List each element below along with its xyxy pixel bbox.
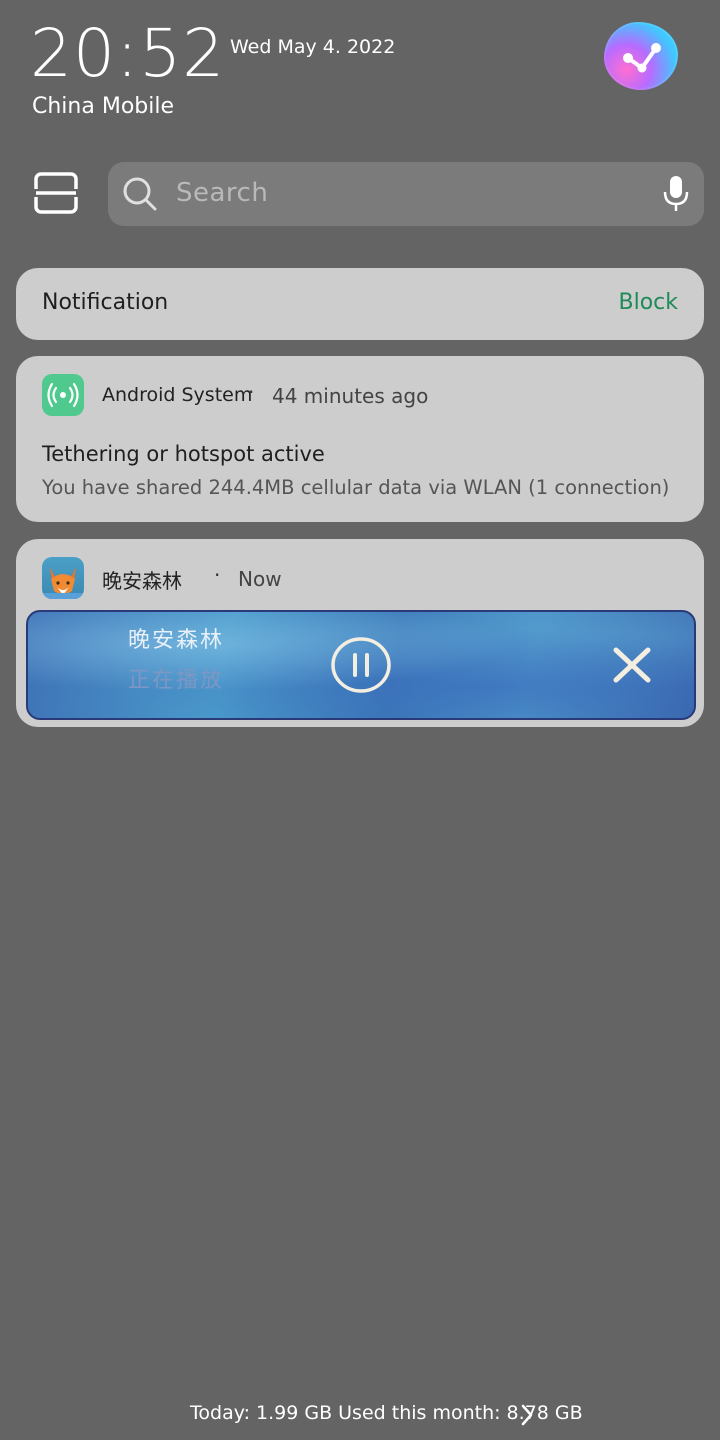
scan-icon	[31, 172, 81, 214]
search-input[interactable]: Search	[176, 178, 268, 208]
pause-button[interactable]	[330, 636, 392, 694]
separator-dot: ·	[248, 380, 255, 404]
notification-body: You have shared 244.4MB cellular data vi…	[42, 476, 670, 499]
music-notification[interactable]: 晚安森林 · Now 晚安森林 正在播放	[16, 539, 704, 727]
notification-heading: Tethering or hotspot active	[42, 442, 325, 466]
date: Wed May 4. 2022	[230, 36, 396, 58]
search-bar[interactable]: Search	[108, 162, 704, 226]
chevron-right-icon[interactable]	[520, 1403, 534, 1427]
hotspot-icon	[42, 374, 84, 416]
android-system-notification[interactable]: Android System · 44 minutes ago Tetherin…	[16, 356, 704, 522]
notification-header: Notification Block	[16, 268, 704, 340]
notification-time: 44 minutes ago	[272, 384, 429, 408]
notification-title: Notification	[42, 290, 169, 315]
mic-icon[interactable]	[662, 174, 690, 214]
clock: 20:52	[30, 15, 226, 92]
app-name: Android System	[102, 384, 253, 406]
separator-dot: ·	[214, 563, 221, 587]
close-button[interactable]	[610, 644, 654, 686]
scan-button[interactable]	[28, 170, 84, 218]
fox-app-icon	[42, 557, 84, 599]
track-status: 正在播放	[128, 668, 225, 693]
media-player[interactable]: 晚安森林 正在播放	[26, 610, 696, 720]
assistant-icon[interactable]	[604, 22, 678, 90]
block-button[interactable]: Block	[618, 290, 678, 315]
app-name: 晚安森林	[102, 569, 182, 593]
search-icon	[123, 177, 157, 211]
notification-time: Now	[238, 567, 282, 591]
track-title: 晚安森林	[128, 628, 225, 653]
carrier-name: China Mobile	[32, 94, 175, 119]
